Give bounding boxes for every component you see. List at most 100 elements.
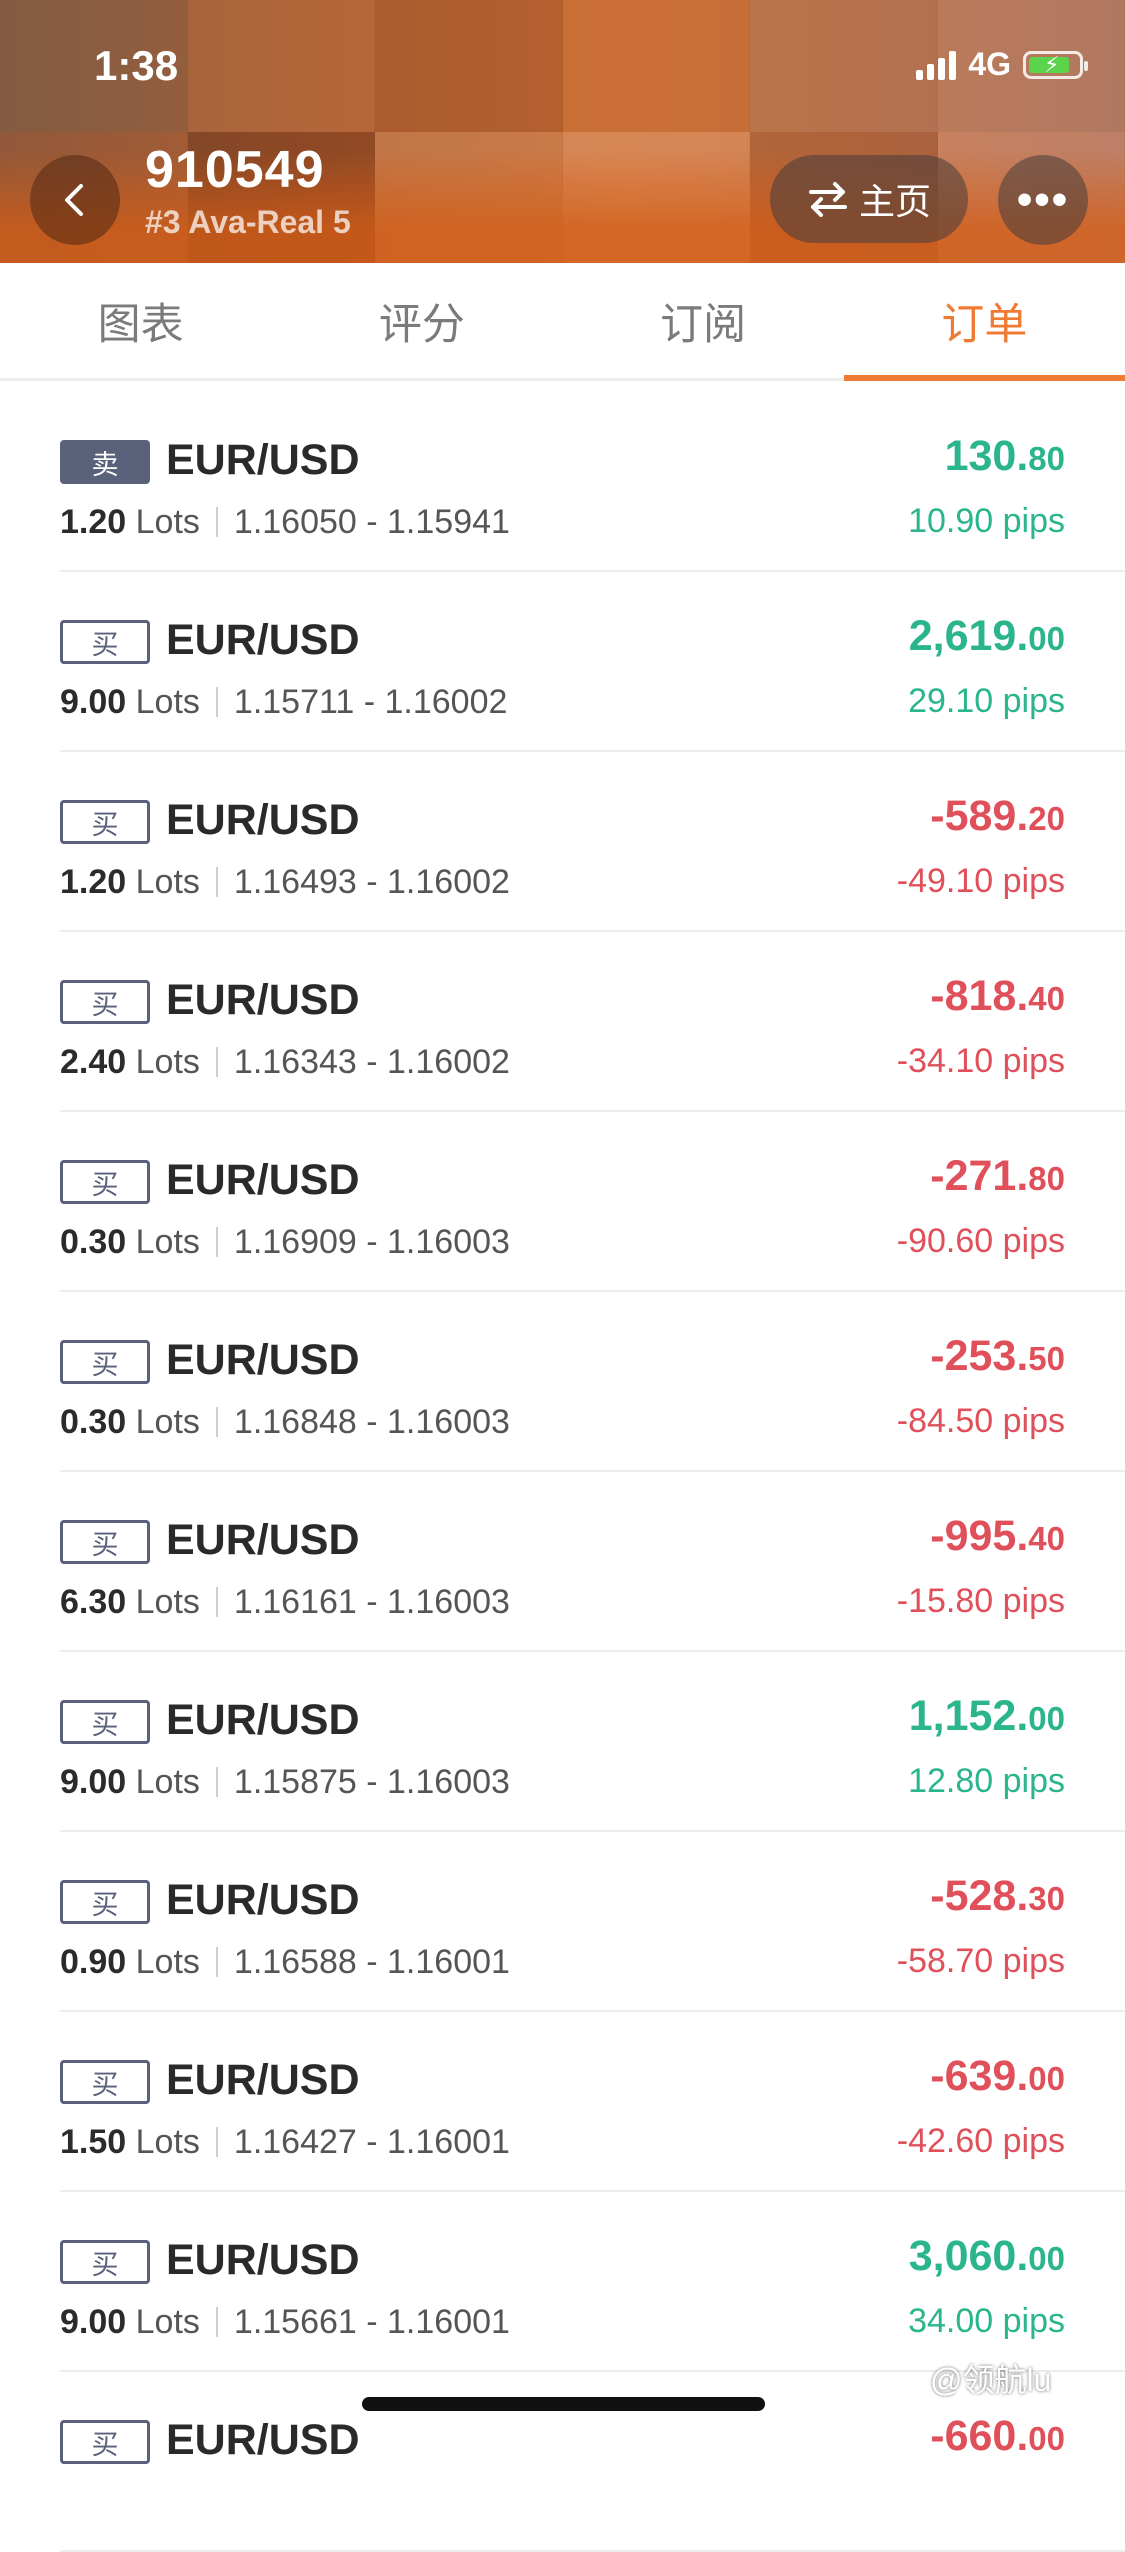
order-profit: -589.20: [930, 792, 1065, 841]
order-side-badge: 买: [60, 620, 150, 664]
profit-cents: 00: [1028, 2060, 1065, 2097]
order-list: 卖 EUR/USD 1.20 Lots 1.16050 - 1.15941 130.80…: [0, 392, 1125, 2552]
price-range: 1.16493 - 1.16002: [233, 863, 510, 901]
order-profit: -818.40: [930, 972, 1065, 1021]
order-row[interactable]: 买 EUR/USD 9.00 Lots 1.15875 - 1.16003 1,152.…: [60, 1652, 1125, 1832]
profit-main: 1,152.: [908, 1692, 1029, 1740]
order-detail: 6.30 Lots 1.16161 - 1.16003: [60, 1583, 510, 1622]
profit-main: 2,619.: [908, 612, 1029, 660]
order-profit: -253.50: [930, 1332, 1065, 1381]
order-row[interactable]: 买 EUR/USD 0.90 Lots 1.16588 - 1.16001 -528.3…: [60, 1832, 1125, 2012]
order-side-badge: 买: [60, 2060, 150, 2104]
order-side-badge: 卖: [60, 440, 150, 484]
tab-bar: 图表 评分 订阅 订单: [0, 263, 1125, 381]
order-profit: -639.00: [930, 2052, 1065, 2101]
detail-separator: [215, 1407, 218, 1437]
order-side-badge: 买: [60, 800, 150, 844]
order-side-badge: 买: [60, 1700, 150, 1744]
detail-separator: [215, 687, 218, 717]
currency-pair: EUR/USD: [166, 1156, 360, 1204]
order-profit: -995.40: [930, 1512, 1065, 1561]
lots-unit: Lots: [135, 863, 200, 901]
account-subtitle: #3 Ava-Real 5: [145, 204, 351, 240]
currency-pair: EUR/USD: [166, 796, 360, 844]
status-time: 1:38: [94, 42, 179, 89]
detail-separator: [215, 1767, 218, 1797]
watermark: @领航lu: [930, 2362, 1052, 2398]
order-side-badge: 买: [60, 980, 150, 1024]
order-row[interactable]: 买 EUR/USD 9.00 Lots 1.15711 - 1.16002 2,619.…: [60, 572, 1125, 752]
order-profit: -660.00: [930, 2412, 1065, 2461]
order-profit: 130.80: [945, 432, 1065, 481]
back-button[interactable]: [30, 155, 120, 245]
profit-main: -271.: [930, 1152, 1029, 1200]
home-button[interactable]: 主页: [770, 155, 968, 243]
order-row[interactable]: 买 EUR/USD 1.50 Lots 1.16427 - 1.16001 -639.0…: [60, 2012, 1125, 2192]
order-detail: 9.00 Lots 1.15875 - 1.16003: [60, 1763, 510, 1802]
detail-separator: [215, 1947, 218, 1977]
order-detail: 0.30 Lots 1.16909 - 1.16003: [60, 1223, 510, 1262]
order-row[interactable]: 卖 EUR/USD 1.20 Lots 1.16050 - 1.15941 130.80…: [60, 392, 1125, 572]
order-row[interactable]: 买 EUR/USD 9.00 Lots 1.15661 - 1.16001 3,060.…: [60, 2192, 1125, 2372]
profit-main: -660.: [930, 2412, 1029, 2460]
order-profit: -271.80: [930, 1152, 1065, 1201]
profit-cents: 00: [1028, 2240, 1065, 2277]
order-detail: 9.00 Lots 1.15661 - 1.16001: [60, 2303, 510, 2342]
lots-unit: Lots: [135, 2123, 200, 2161]
order-row[interactable]: 买 EUR/USD 2.40 Lots 1.16343 - 1.16002 -818.4…: [60, 932, 1125, 1112]
price-range: 1.16050 - 1.15941: [233, 503, 510, 541]
lots-value: 0.90: [60, 1943, 127, 1981]
more-dots-icon: •••: [1016, 175, 1070, 224]
order-row[interactable]: 买 EUR/USD 1.20 Lots 1.16493 - 1.16002 -589.2…: [60, 752, 1125, 932]
order-pips: -84.50 pips: [896, 1402, 1065, 1440]
lots-unit: Lots: [135, 1583, 200, 1621]
currency-pair: EUR/USD: [166, 2416, 360, 2464]
lots-value: 1.50: [60, 2123, 127, 2161]
order-pips: -58.70 pips: [896, 1942, 1065, 1980]
profit-main: -639.: [930, 2052, 1029, 2100]
more-options-button[interactable]: •••: [998, 155, 1088, 245]
lots-value: 0.30: [60, 1223, 127, 1261]
currency-pair: EUR/USD: [166, 976, 360, 1024]
tab-chart[interactable]: 图表: [0, 263, 281, 378]
tab-rating[interactable]: 评分: [281, 263, 562, 378]
order-detail: 9.00 Lots 1.15711 - 1.16002: [60, 683, 507, 722]
order-profit: 1,152.00: [909, 1692, 1065, 1741]
currency-pair: EUR/USD: [166, 616, 360, 664]
battery-icon: ⚡: [1023, 50, 1088, 79]
lots-unit: Lots: [135, 1943, 200, 1981]
order-detail: 1.50 Lots 1.16427 - 1.16001: [60, 2123, 510, 2162]
order-row[interactable]: 买 EUR/USD 0.30 Lots 1.16909 - 1.16003 -271.8…: [60, 1112, 1125, 1292]
lots-unit: Lots: [135, 1043, 200, 1081]
order-side-badge: 买: [60, 2420, 150, 2464]
profit-main: -818.: [930, 972, 1029, 1020]
lots-unit: Lots: [135, 503, 200, 541]
order-row[interactable]: 买 EUR/USD 0.30 Lots 1.16848 - 1.16003 -253.5…: [60, 1292, 1125, 1472]
order-pips: -15.80 pips: [896, 1582, 1065, 1620]
lots-value: 1.20: [60, 863, 127, 901]
order-pips: -49.10 pips: [896, 862, 1065, 900]
profit-cents: 50: [1028, 1340, 1065, 1377]
signal-icon: [916, 50, 957, 80]
profit-cents: 00: [1028, 1700, 1065, 1737]
lots-value: 6.30: [60, 1583, 127, 1621]
profit-main: -995.: [930, 1512, 1029, 1560]
tab-orders[interactable]: 订单: [843, 263, 1125, 381]
detail-separator: [215, 1227, 218, 1257]
order-side-badge: 买: [60, 1160, 150, 1204]
order-detail: 1.20 Lots 1.16493 - 1.16002: [60, 863, 510, 902]
order-detail: 0.90 Lots 1.16588 - 1.16001: [60, 1943, 510, 1982]
order-pips: -42.60 pips: [896, 2122, 1065, 2160]
order-profit: 2,619.00: [909, 612, 1065, 661]
home-indicator[interactable]: [362, 2397, 765, 2411]
profit-main: 130.: [944, 432, 1029, 480]
order-row[interactable]: 买 EUR/USD 6.30 Lots 1.16161 - 1.16003 -995.4…: [60, 1472, 1125, 1652]
tab-subscribe[interactable]: 订阅: [563, 263, 844, 378]
order-pips: 12.80 pips: [908, 1762, 1065, 1800]
order-side-badge: 买: [60, 1520, 150, 1564]
order-pips: -90.60 pips: [896, 1222, 1065, 1260]
lots-unit: Lots: [135, 1763, 200, 1801]
lots-value: 1.20: [60, 503, 127, 541]
profit-main: 3,060.: [908, 2232, 1029, 2280]
order-pips: -34.10 pips: [896, 1042, 1065, 1080]
